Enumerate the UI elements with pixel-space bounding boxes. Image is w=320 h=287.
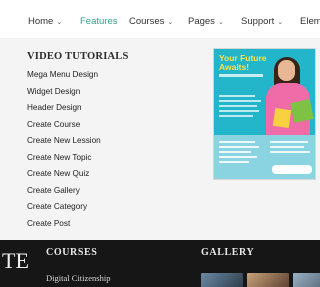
book-icon (290, 99, 314, 123)
menu-link[interactable]: Create Course (27, 119, 101, 136)
nav-item-label: Features (80, 16, 118, 27)
nav-item-label: Home (28, 16, 54, 27)
footer-section: TE COURSES GALLERY Digital Citizenship (0, 240, 320, 287)
promo-title: Your Future Awaits! (219, 53, 267, 72)
nav-item-features[interactable]: Features (80, 16, 118, 27)
menu-link[interactable]: Create New Topic (27, 152, 101, 169)
nav-item-home[interactable]: Home ⌄ (28, 16, 62, 27)
chevron-down-icon: ⌄ (277, 19, 284, 26)
nav-item-support[interactable]: Support ⌄ (241, 16, 283, 27)
menu-link[interactable]: Mega Menu Design (27, 69, 101, 86)
promo-text-column (219, 141, 259, 171)
menu-link[interactable]: Header Design (27, 102, 101, 119)
nav-item-label: Pages (188, 16, 215, 27)
menu-link[interactable]: Widget Design (27, 86, 101, 103)
nav-item-elements[interactable]: Eleme (300, 16, 320, 27)
nav-item-label: Courses (129, 16, 165, 27)
chevron-down-icon: ⌄ (56, 19, 63, 26)
menu-link[interactable]: Create New Lession (27, 135, 101, 152)
top-navigation: Home ⌄ Features Courses ⌄ Pages ⌄ Support ⌄ … (0, 0, 320, 38)
nav-item-pages[interactable]: Pages ⌄ (188, 16, 224, 27)
footer-logo-text: TE (2, 248, 29, 273)
chevron-down-icon: ⌄ (167, 19, 174, 26)
footer-course-link[interactable]: Digital Citizenship (46, 273, 110, 283)
chevron-down-icon: ⌄ (217, 19, 224, 26)
book-icon (272, 107, 292, 129)
gallery-thumbnail[interactable] (247, 273, 289, 287)
menu-link[interactable]: Create Post (27, 218, 101, 235)
menu-link[interactable]: Create New Quiz (27, 168, 101, 185)
gallery-thumbnail[interactable] (293, 273, 320, 287)
menu-link[interactable]: Create Gallery (27, 185, 101, 202)
nav-item-label: Eleme (300, 16, 320, 27)
menu-link[interactable]: Create Category (27, 201, 101, 218)
nav-item-label: Support (241, 16, 275, 27)
mega-menu-list: Mega Menu Design Widget Design Header De… (27, 69, 101, 234)
promo-subtitle-bar (219, 74, 263, 77)
mega-menu-title: VIDEO TUTORIALS (27, 51, 129, 62)
promo-info-section (214, 135, 315, 179)
nav-item-courses[interactable]: Courses ⌄ (129, 16, 173, 27)
footer-courses-heading: COURSES (46, 247, 98, 258)
footer-gallery-heading: GALLERY (201, 247, 255, 258)
promo-button (272, 165, 312, 174)
student-face (278, 60, 295, 81)
promo-banner: Your Future Awaits! (214, 49, 315, 135)
gallery-thumbnail[interactable] (201, 273, 243, 287)
promo-image[interactable]: Your Future Awaits! (213, 48, 316, 180)
